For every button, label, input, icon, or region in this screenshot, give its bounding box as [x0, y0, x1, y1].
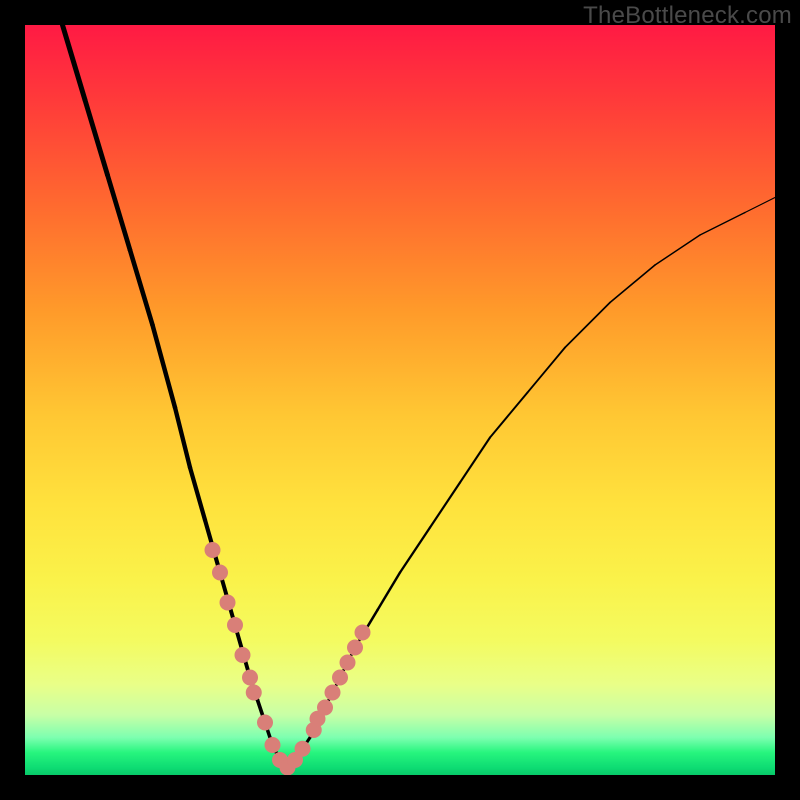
chart-frame: TheBottleneck.com: [0, 0, 800, 800]
plot-area: [25, 25, 775, 775]
marker-group: [205, 542, 371, 775]
curve-segment: [63, 25, 86, 100]
bottleneck-curve-svg: [25, 25, 775, 775]
curve-segment: [528, 348, 566, 393]
curve-segment: [655, 235, 700, 265]
watermark-text: TheBottleneck.com: [583, 2, 792, 30]
highlight-marker: [257, 715, 273, 731]
curve-group: [63, 25, 776, 768]
curve-segment: [565, 303, 610, 348]
curve-segment: [175, 408, 190, 468]
highlight-marker: [355, 625, 371, 641]
highlight-marker: [205, 542, 221, 558]
curve-segment: [490, 393, 528, 438]
highlight-marker: [340, 655, 356, 671]
curve-segment: [430, 483, 460, 528]
curve-segment: [700, 213, 745, 236]
highlight-marker: [347, 640, 363, 656]
curve-segment: [400, 528, 430, 573]
highlight-marker: [220, 595, 236, 611]
highlight-marker: [325, 685, 341, 701]
highlight-marker: [212, 565, 228, 581]
curve-segment: [153, 325, 176, 408]
curve-segment: [108, 175, 131, 250]
curve-segment: [610, 265, 655, 303]
curve-segment: [378, 573, 401, 611]
highlight-marker: [235, 647, 251, 663]
curve-segment: [130, 250, 153, 325]
highlight-marker: [295, 741, 311, 757]
curve-segment: [745, 198, 775, 213]
highlight-marker: [332, 670, 348, 686]
curve-segment: [190, 468, 205, 521]
highlight-marker: [227, 617, 243, 633]
curve-segment: [85, 100, 108, 175]
curve-segment: [460, 438, 490, 483]
highlight-marker: [265, 737, 281, 753]
highlight-marker: [242, 670, 258, 686]
highlight-marker: [246, 685, 262, 701]
highlight-marker: [317, 700, 333, 716]
